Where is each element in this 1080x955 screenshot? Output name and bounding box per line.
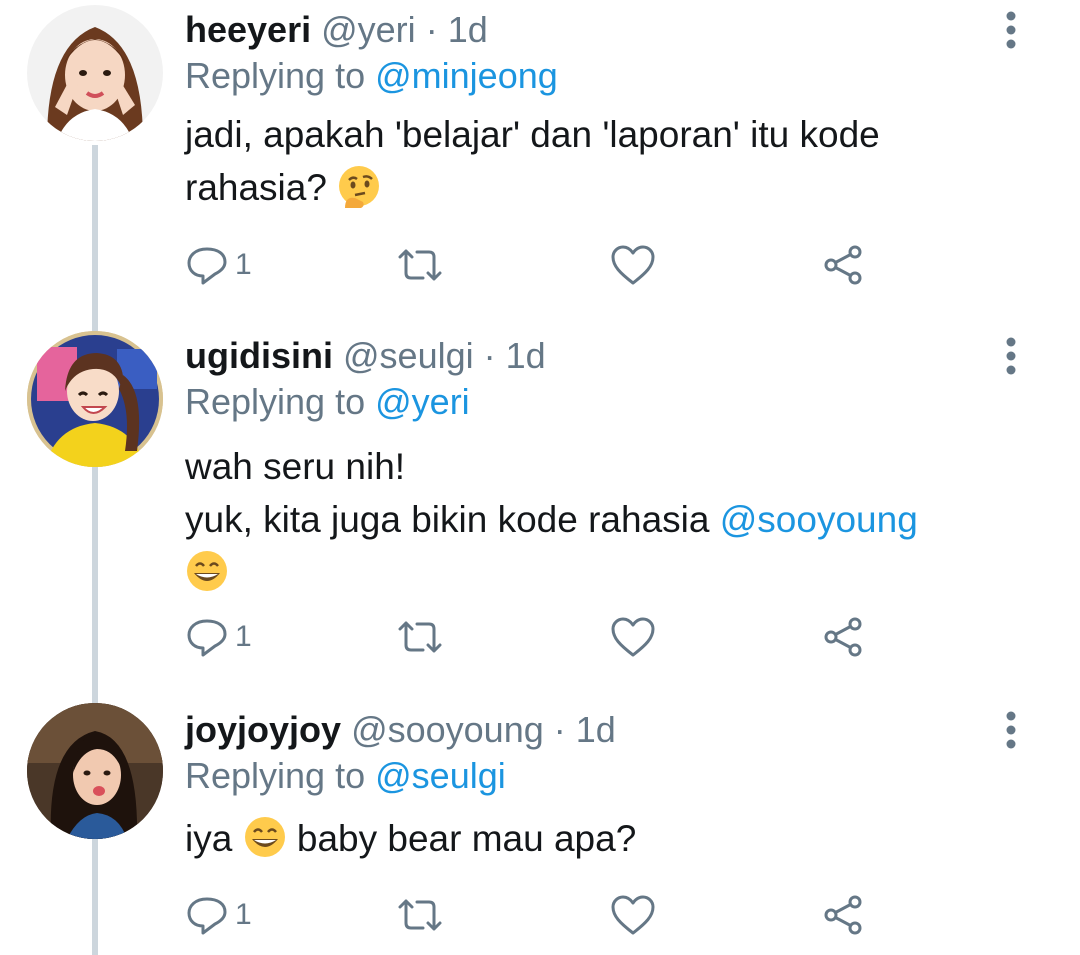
tweet-text: wah seru nih! yuk, kita juga bikin kode … <box>185 440 1005 599</box>
tweet-text: jadi, apakah 'belajar' dan 'laporan' itu… <box>185 108 1005 214</box>
like-button[interactable] <box>610 612 656 662</box>
replying-to-label: Replying to <box>185 381 366 422</box>
more-icon[interactable] <box>996 6 1026 54</box>
separator: · <box>425 9 438 50</box>
separator: · <box>483 335 496 376</box>
display-name[interactable]: heeyeri <box>185 9 311 50</box>
grinning-face-emoji <box>187 551 227 591</box>
like-icon <box>611 895 655 935</box>
tweet-text-line-3 <box>185 546 1005 599</box>
user-handle[interactable]: @sooyoung <box>351 709 544 750</box>
tweet[interactable]: ugidisini @seulgi · 1d Replying to @yeri… <box>0 326 1080 696</box>
like-icon <box>611 617 655 657</box>
tweet[interactable]: joyjoyjoy @sooyoung · 1d Replying to @se… <box>0 700 1080 955</box>
timestamp[interactable]: 1d <box>506 335 546 376</box>
share-button[interactable] <box>822 240 866 290</box>
share-button[interactable] <box>822 612 866 662</box>
tweet-actions: 1 <box>185 240 885 290</box>
replying-to: Replying to @yeri <box>185 378 470 426</box>
tweet-actions: 1 <box>185 612 885 662</box>
replying-to: Replying to @seulgi <box>185 752 506 800</box>
timestamp[interactable]: 1d <box>448 9 488 50</box>
more-icon[interactable] <box>996 332 1026 380</box>
display-name[interactable]: ugidisini <box>185 335 333 376</box>
avatar[interactable] <box>27 5 163 141</box>
reply-icon <box>187 619 227 657</box>
avatar[interactable] <box>27 331 163 467</box>
share-icon <box>824 245 862 285</box>
like-button[interactable] <box>610 890 656 940</box>
tweet-actions: 1 <box>185 890 885 940</box>
mention-link[interactable]: @sooyoung <box>720 499 918 540</box>
tweet-text-segment: iya <box>185 818 233 859</box>
replying-to-label: Replying to <box>185 755 366 796</box>
reply-button[interactable]: 1 <box>185 240 252 290</box>
display-name[interactable]: joyjoyjoy <box>185 709 341 750</box>
replying-to: Replying to @minjeong <box>185 52 558 100</box>
share-icon <box>824 617 862 657</box>
tweet-text-line: jadi, apakah 'belajar' dan 'laporan' itu… <box>185 114 880 155</box>
reply-mention-link[interactable]: @seulgi <box>375 755 506 796</box>
retweet-button[interactable] <box>395 612 445 662</box>
reply-icon <box>187 247 227 285</box>
reply-icon <box>187 897 227 935</box>
retweet-icon <box>398 249 442 281</box>
tweet-header: ugidisini @seulgi · 1d <box>185 334 546 378</box>
reply-button[interactable]: 1 <box>185 612 252 662</box>
retweet-button[interactable] <box>395 890 445 940</box>
share-button[interactable] <box>822 890 866 940</box>
tweet-text-line: iya baby bear mau apa? <box>185 812 1005 865</box>
avatar[interactable] <box>27 703 163 839</box>
reply-mention-link[interactable]: @yeri <box>375 381 470 422</box>
tweet-text-line-2: yuk, kita juga bikin kode rahasia @sooyo… <box>185 493 1005 546</box>
tweet-text-line-2: rahasia? <box>185 161 1005 214</box>
reply-mention-link[interactable]: @minjeong <box>375 55 558 96</box>
like-button[interactable] <box>610 240 656 290</box>
reply-count: 1 <box>235 620 252 653</box>
reply-button[interactable]: 1 <box>185 890 252 940</box>
separator: · <box>553 709 566 750</box>
tweet-text-line: wah seru nih! <box>185 446 406 487</box>
retweet-icon <box>398 621 442 653</box>
tweet-text-segment: rahasia? <box>185 167 327 208</box>
replying-to-label: Replying to <box>185 55 366 96</box>
reply-count: 1 <box>235 248 252 281</box>
tweet-text-segment-2: baby bear mau apa? <box>296 818 637 859</box>
tweet[interactable]: heeyeri @yeri · 1d Replying to @minjeong… <box>0 0 1080 320</box>
tweet-text: iya baby bear mau apa? <box>185 812 1005 865</box>
retweet-icon <box>398 899 442 931</box>
grinning-face-emoji <box>244 817 285 857</box>
reply-count: 1 <box>235 898 252 931</box>
thinking-face-emoji <box>339 166 380 208</box>
share-icon <box>824 895 862 935</box>
retweet-button[interactable] <box>395 240 445 290</box>
like-icon <box>611 245 655 285</box>
tweet-text-segment: yuk, kita juga bikin kode rahasia <box>185 499 710 540</box>
timestamp[interactable]: 1d <box>576 709 616 750</box>
tweet-header: joyjoyjoy @sooyoung · 1d <box>185 708 616 752</box>
more-icon[interactable] <box>996 706 1026 754</box>
user-handle[interactable]: @seulgi <box>343 335 474 376</box>
user-handle[interactable]: @yeri <box>321 9 416 50</box>
tweet-header: heeyeri @yeri · 1d <box>185 8 488 52</box>
